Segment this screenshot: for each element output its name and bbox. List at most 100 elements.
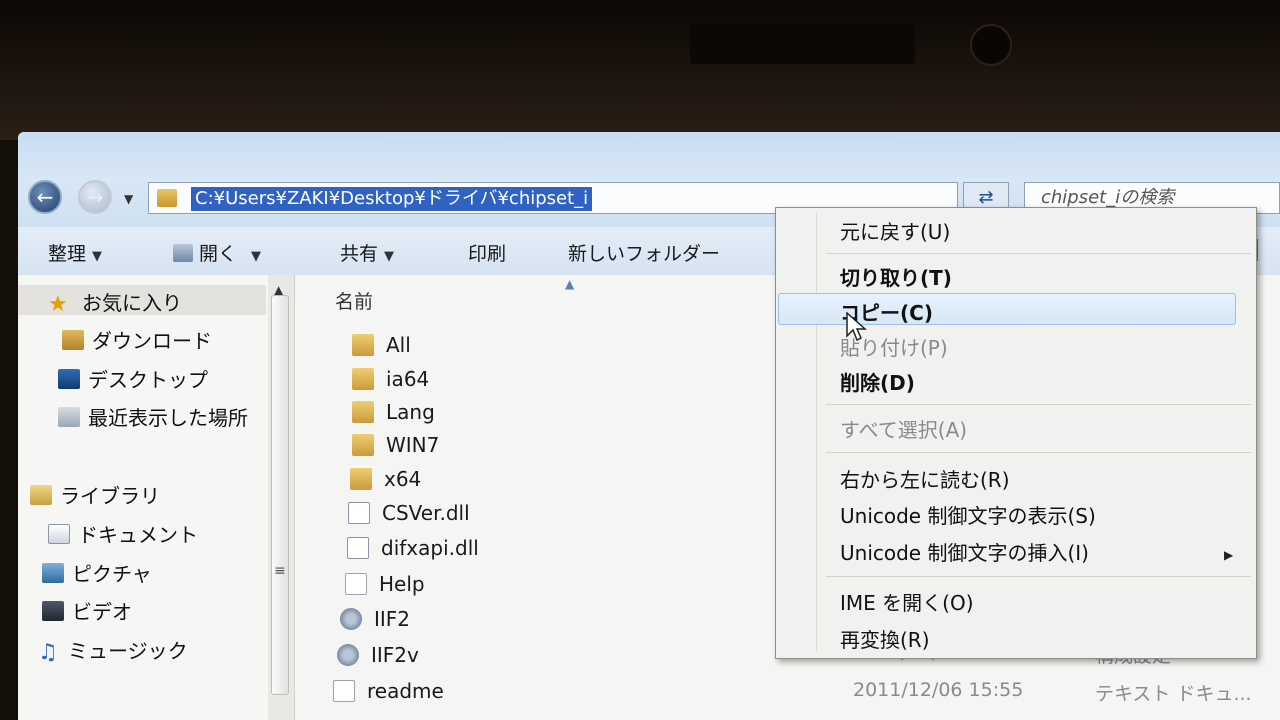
back-button[interactable]: ← — [28, 180, 62, 214]
video-icon — [42, 600, 64, 621]
address-path[interactable]: C:¥Users¥ZAKI¥Desktop¥ドライバ¥chipset_i — [191, 187, 593, 211]
grip-icon: ≡ — [274, 563, 286, 579]
sidebar-item-libraries[interactable]: ライブラリ — [30, 480, 160, 509]
organize-button[interactable]: 整理 ▼ — [48, 239, 102, 266]
organize-label: 整理 — [48, 243, 87, 265]
list-item[interactable]: readme — [333, 679, 444, 703]
list-item[interactable]: Lang — [352, 400, 435, 424]
menu-item-insert-unicode[interactable]: Unicode 制御文字の挿入(I) — [840, 537, 1089, 566]
menu-item-show-unicode[interactable]: Unicode 制御文字の表示(S) — [840, 500, 1096, 529]
sidebar-item-label: ライブラリ — [60, 484, 160, 508]
list-item[interactable]: Help — [345, 572, 425, 596]
history-dropdown-icon[interactable]: ▼ — [124, 192, 133, 206]
menu-item-rtl-reading[interactable]: 右から左に読む(R) — [840, 464, 1010, 493]
webcam-icon — [970, 24, 1012, 66]
downloads-icon — [62, 329, 84, 350]
file-name: Lang — [386, 400, 435, 424]
menu-item-reconvert[interactable]: 再変換(R) — [840, 624, 930, 653]
sidebar-item-label: ビデオ — [72, 600, 132, 624]
file-name: All — [386, 333, 411, 357]
list-item[interactable]: x64 — [350, 467, 421, 491]
menu-item-open-ime[interactable]: IME を開く(O) — [840, 587, 974, 616]
menu-separator — [826, 253, 1251, 254]
context-menu: 元に戻す(U) 切り取り(T) コピー(C) 貼り付け(P) 削除(D) すべて… — [775, 207, 1257, 659]
open-icon — [173, 244, 193, 262]
sort-ascending-icon: ▲ — [565, 277, 575, 291]
folder-icon — [352, 401, 374, 423]
sidebar-item-label: ミュージック — [68, 639, 188, 663]
file-name: IIF2 — [374, 607, 411, 631]
music-icon: ♫ — [38, 639, 58, 665]
sidebar-item-label: デスクトップ — [88, 368, 208, 392]
dll-file-icon — [347, 537, 369, 559]
list-item[interactable]: CSVer.dll — [348, 501, 470, 525]
file-name: ia64 — [386, 367, 430, 391]
sidebar-item-videos[interactable]: ビデオ — [42, 596, 132, 625]
sidebar-item-label: 最近表示した場所 — [88, 406, 248, 430]
folder-icon — [157, 189, 177, 207]
sidebar-item-music[interactable]: ♫ ミュージック — [38, 635, 188, 665]
document-icon — [48, 523, 70, 544]
sidebar-item-documents[interactable]: ドキュメント — [48, 519, 198, 548]
config-file-icon — [340, 608, 362, 630]
menu-item-cut[interactable]: 切り取り(T) — [840, 262, 952, 291]
file-date: 2011/12/06 15:55 — [853, 679, 1024, 701]
sidebar-item-recent[interactable]: 最近表示した場所 — [58, 402, 248, 431]
file-type: テキスト ドキュ... — [1095, 683, 1252, 705]
chevron-down-icon: ▼ — [251, 249, 262, 264]
menu-item-undo[interactable]: 元に戻す(U) — [840, 216, 950, 245]
new-folder-button[interactable]: 新しいフォルダー — [568, 239, 720, 266]
sidebar-scrollbar[interactable]: ▲ ≡ — [268, 275, 295, 720]
file-name: x64 — [384, 467, 422, 491]
menu-separator — [826, 576, 1251, 577]
file-name: IIF2v — [371, 643, 419, 667]
file-name: Help — [379, 572, 425, 596]
menu-separator — [826, 452, 1251, 453]
list-item[interactable]: IIF2v — [337, 643, 419, 667]
sidebar-item-desktop[interactable]: デスクトップ — [58, 364, 208, 393]
recent-places-icon — [58, 406, 80, 427]
navigation-pane: ★ お気に入り ダウンロード デスクトップ 最近表示した場所 ライブラリ ドキュメ… — [18, 275, 269, 720]
menu-item-select-all[interactable]: すべて選択(A) — [840, 414, 967, 443]
list-item[interactable]: ia64 — [352, 367, 429, 391]
share-button[interactable]: 共有 ▼ — [340, 239, 394, 266]
library-icon — [30, 484, 52, 505]
list-item[interactable]: All — [352, 333, 411, 357]
submenu-arrow-icon: ▶ — [1224, 548, 1234, 562]
forward-button[interactable]: → — [78, 180, 112, 214]
file-name: CSVer.dll — [382, 501, 470, 525]
column-header-name[interactable]: 名前 — [335, 287, 373, 314]
sidebar-item-pictures[interactable]: ピクチャ — [42, 558, 152, 587]
menu-separator — [826, 404, 1251, 405]
config-file-icon — [337, 644, 359, 666]
chevron-down-icon: ▼ — [92, 249, 103, 264]
menu-gutter — [816, 212, 817, 652]
folder-icon — [352, 368, 374, 390]
list-item[interactable]: WIN7 — [352, 433, 439, 457]
laptop-bezel — [0, 0, 1280, 140]
sidebar-item-label: ダウンロード — [92, 329, 212, 353]
folder-icon — [352, 334, 374, 356]
open-label: 開く — [199, 243, 238, 265]
file-name: WIN7 — [386, 433, 440, 457]
arrow-right-icon: → — [86, 185, 104, 209]
help-file-icon — [345, 573, 367, 595]
open-button[interactable]: 開く ▼ — [173, 239, 261, 266]
list-item[interactable]: difxapi.dll — [347, 536, 479, 560]
sidebar-item-label: お気に入り — [82, 291, 182, 315]
file-name: readme — [367, 679, 444, 703]
share-label: 共有 — [340, 243, 379, 265]
picture-icon — [42, 562, 64, 583]
file-name: difxapi.dll — [381, 536, 479, 560]
scrollbar-thumb[interactable] — [271, 295, 289, 695]
sidebar-item-favorites[interactable]: ★ お気に入り — [48, 287, 182, 317]
view-options-icon[interactable] — [1256, 239, 1278, 261]
print-button[interactable]: 印刷 — [468, 239, 506, 266]
sidebar-item-downloads[interactable]: ダウンロード — [62, 325, 212, 354]
sidebar-item-label: ドキュメント — [78, 523, 198, 547]
list-item[interactable]: IIF2 — [340, 607, 410, 631]
refresh-icon: ⇄ — [978, 187, 994, 208]
bezel-slot — [690, 24, 915, 64]
text-file-icon — [333, 680, 355, 702]
menu-item-delete[interactable]: 削除(D) — [840, 367, 915, 396]
